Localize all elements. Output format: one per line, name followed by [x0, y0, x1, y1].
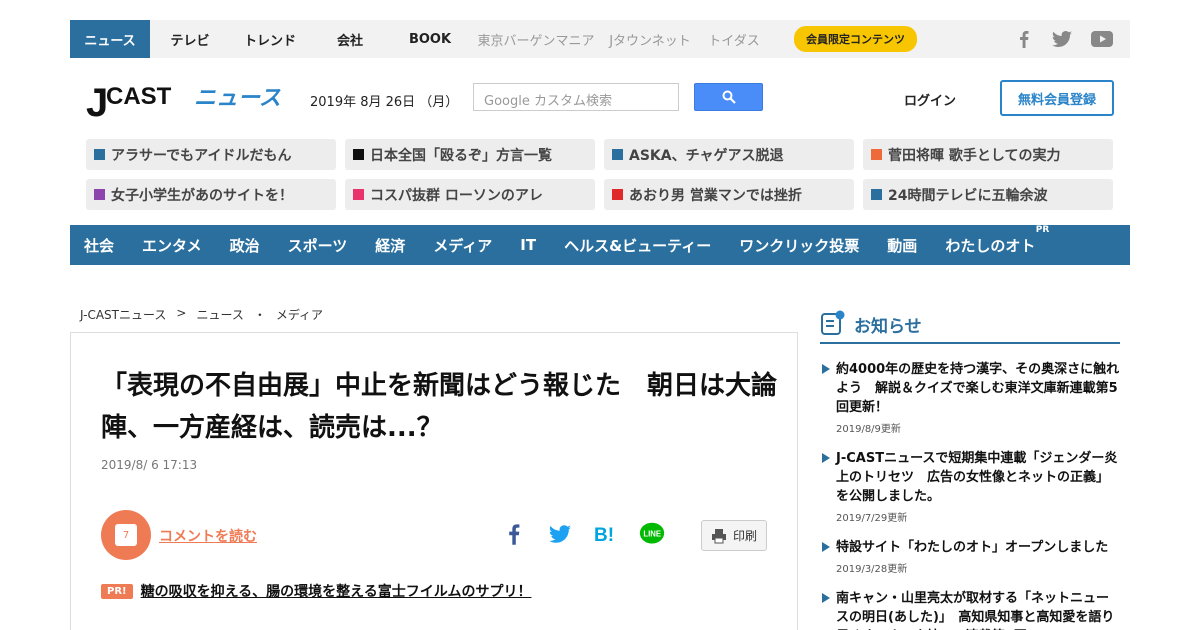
trending-tag[interactable]: ASKA、チャゲアス脱退 — [604, 139, 854, 170]
topnav-book[interactable]: BOOK — [390, 20, 470, 58]
login-link[interactable]: ログイン — [904, 90, 956, 109]
social-links — [1014, 20, 1114, 58]
category-one-click-vote[interactable]: ワンクリック投票 — [739, 235, 859, 256]
category-media[interactable]: メディア — [433, 235, 492, 256]
search-input[interactable]: Google カスタム検索 — [473, 83, 679, 111]
breadcrumb-home[interactable]: J-CASTニュース — [80, 306, 166, 323]
search-button[interactable] — [694, 83, 763, 111]
arrow-icon — [822, 364, 830, 374]
current-date: 2019年 8月 26日 （月） — [310, 95, 459, 110]
category-society[interactable]: 社会 — [84, 235, 114, 256]
breadcrumb-news[interactable]: ニュース — [196, 306, 243, 323]
trending-tag[interactable]: あおり男 営業マンでは挫折 — [604, 179, 854, 210]
notice-date: 2019/3/28更新 — [836, 564, 908, 575]
notice-item: 特設サイト「わたしのオト」オープンしました 2019/3/28更新 — [820, 538, 1120, 575]
notice-link[interactable]: J-CASTニュースで短期集中連載「ジェンダー炎上のトリセツ 広告の女性像とネッ… — [836, 449, 1120, 506]
trending-tag[interactable]: アラサーでもアイドルだもん — [86, 139, 336, 170]
topnav-news[interactable]: ニュース — [70, 20, 150, 58]
arrow-icon — [822, 453, 830, 463]
search-icon — [722, 90, 736, 104]
top-nav: ニュース テレビ トレンド 会社 BOOK 東京バーゲンマニア Jタウンネット … — [70, 20, 1130, 58]
category-watashi-no-oto[interactable]: わたしのオト PR — [945, 225, 1049, 256]
notice-date: 2019/7/29更新 — [836, 513, 908, 524]
notice-date: 2019/8/9更新 — [836, 424, 901, 435]
breadcrumb-separator: > — [176, 306, 187, 320]
breadcrumb-separator: ・ — [253, 308, 266, 322]
notice-link[interactable]: 約4000年の歴史を持つ漢字、その奥深さに触れよう 解説＆クイズで楽しむ東洋文庫… — [836, 360, 1120, 417]
notice-item: 南キャン・山里亮太が取材する「ネットニュースの明日(あした)」 高知県知事と高知… — [820, 589, 1120, 630]
breadcrumb-media[interactable]: メディア — [276, 306, 323, 323]
category-it[interactable]: IT — [520, 236, 536, 254]
trending-tag[interactable]: 菅田将暉 歌手としての実力 — [863, 139, 1113, 170]
trending-tag[interactable]: 女子小学生があのサイトを！ — [86, 179, 336, 210]
logo-j: J — [86, 81, 108, 122]
notice-icon — [821, 310, 845, 335]
comment-count: 7 — [115, 524, 137, 546]
members-only-badge[interactable]: 会員限定コンテンツ — [794, 26, 917, 52]
notice-item: J-CASTニュースで短期集中連載「ジェンダー炎上のトリセツ 広告の女性像とネッ… — [820, 449, 1120, 524]
read-comments-link[interactable]: コメントを読む — [159, 526, 257, 546]
notice-link[interactable]: 南キャン・山里亮太が取材する「ネットニュースの明日(あした)」 高知県知事と高知… — [836, 589, 1120, 630]
svg-text:B!: B! — [594, 525, 614, 544]
trending-tag[interactable]: 24時間テレビに五輪余波 — [863, 179, 1113, 210]
notice-title: お知らせ — [854, 317, 922, 337]
article-card: 「表現の不自由展」中止を新聞はどう報じた 朝日は大論陣、一方産経は、読売は...… — [70, 332, 798, 630]
logo-cast: CAST — [106, 83, 172, 110]
topnav-bargain[interactable]: 東京バーゲンマニア — [470, 20, 602, 58]
pr-line: PR! 糖の吸収を抑える、腸の環境を整える富士フイルムのサプリ！ — [101, 581, 531, 601]
trending-tags: アラサーでもアイドルだもん 日本全国「殴るぞ」方言一覧 ASKA、チャゲアス脱退… — [86, 139, 1114, 210]
print-label: 印刷 — [732, 529, 757, 543]
facebook-icon[interactable] — [1014, 29, 1034, 49]
svg-text:LINE: LINE — [643, 530, 661, 539]
printer-icon — [711, 528, 726, 543]
arrow-icon — [822, 593, 830, 603]
arrow-icon — [822, 542, 830, 552]
category-sports[interactable]: スポーツ — [288, 235, 348, 256]
pr-badge: PR! — [101, 583, 133, 599]
notice-link[interactable]: 特設サイト「わたしのオト」オープンしました — [836, 538, 1120, 557]
twitter-share-icon[interactable] — [547, 521, 573, 547]
twitter-icon[interactable] — [1052, 29, 1072, 49]
category-health-beauty[interactable]: ヘルス&ビューティー — [564, 235, 711, 256]
topnav-toidas[interactable]: トイダス — [698, 20, 770, 58]
trending-tag[interactable]: 日本全国「殴るぞ」方言一覧 — [345, 139, 595, 170]
topnav-jtown[interactable]: Jタウンネット — [602, 20, 698, 58]
notice-header: お知らせ — [820, 310, 1120, 344]
topnav-company[interactable]: 会社 — [310, 20, 390, 58]
notice-list: 約4000年の歴史を持つ漢字、その奥深さに触れよう 解説＆クイズで楽しむ東洋文庫… — [820, 360, 1120, 630]
category-entertainment[interactable]: エンタメ — [142, 235, 202, 256]
pr-link[interactable]: 糖の吸収を抑える、腸の環境を整える富士フイルムのサプリ！ — [141, 581, 532, 601]
trending-tag[interactable]: コスパ抜群 ローソンのアレ — [345, 179, 595, 210]
pr-label: PR — [1035, 224, 1050, 235]
print-button[interactable]: 印刷 — [701, 520, 767, 551]
line-share-icon[interactable]: LINE — [639, 521, 665, 547]
register-button[interactable]: 無料会員登録 — [1000, 80, 1114, 116]
topnav-tv[interactable]: テレビ — [150, 20, 230, 58]
topnav-trend[interactable]: トレンド — [230, 20, 310, 58]
article-date: 2019/8/ 6 17:13 — [101, 458, 198, 472]
youtube-icon[interactable] — [1090, 29, 1114, 49]
share-buttons: B! LINE — [501, 521, 665, 547]
category-nav: 社会 エンタメ 政治 スポーツ 経済 メディア IT ヘルス&ビューティー ワン… — [70, 225, 1130, 265]
facebook-share-icon[interactable] — [501, 521, 527, 547]
jcast-logo[interactable]: J CAST ニュース — [86, 78, 282, 125]
article-headline: 「表現の不自由展」中止を新聞はどう報じた 朝日は大論陣、一方産経は、読売は...… — [101, 371, 778, 443]
logo-news: ニュース — [194, 86, 281, 111]
category-video[interactable]: 動画 — [887, 235, 917, 256]
notice-item: 約4000年の歴史を持つ漢字、その奥深さに触れよう 解説＆クイズで楽しむ東洋文庫… — [820, 360, 1120, 435]
hatena-bookmark-icon[interactable]: B! — [593, 521, 619, 547]
comment-button[interactable]: 7 — [101, 510, 151, 560]
breadcrumb: J-CASTニュース > ニュース ・ メディア — [80, 306, 323, 323]
category-politics[interactable]: 政治 — [230, 235, 260, 256]
category-economy[interactable]: 経済 — [375, 235, 405, 256]
